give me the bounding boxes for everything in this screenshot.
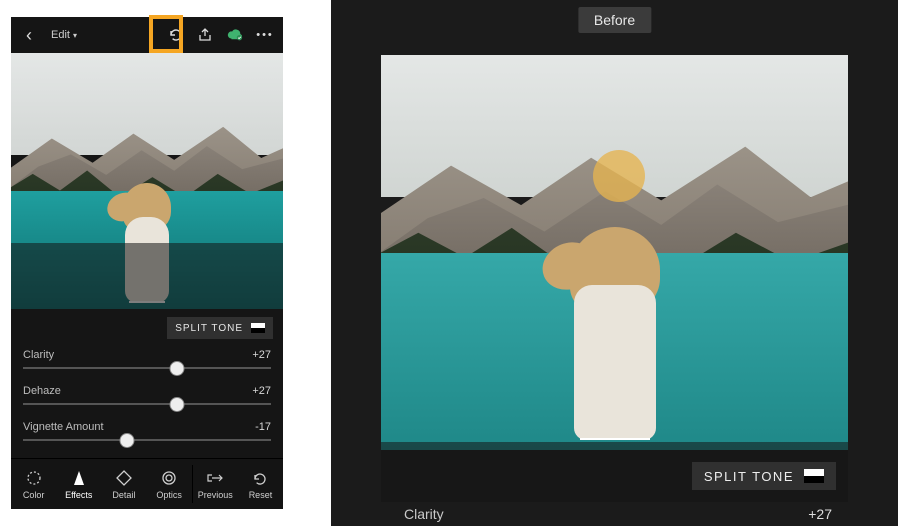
- phone-editor: ‹ Edit ▾ •••: [11, 17, 283, 509]
- clarity-slider[interactable]: Clarity +27: [23, 349, 271, 379]
- tool-previous[interactable]: Previous: [193, 459, 238, 509]
- top-bar: ‹ Edit ▾ •••: [11, 17, 283, 53]
- tool-detail[interactable]: Detail: [101, 459, 146, 509]
- undo-icon[interactable]: [167, 27, 183, 43]
- back-icon[interactable]: ‹: [21, 27, 37, 43]
- tool-color[interactable]: Color: [11, 459, 56, 509]
- tool-effects[interactable]: Effects: [56, 459, 101, 509]
- tool-reset[interactable]: Reset: [238, 459, 283, 509]
- before-panel: Before SPLIT TONE Clarity +27: [331, 0, 898, 526]
- split-tone-button-large[interactable]: SPLIT TONE: [692, 462, 836, 490]
- color-icon: [25, 469, 43, 487]
- detail-icon: [115, 469, 133, 487]
- cloud-sync-icon[interactable]: [227, 27, 243, 43]
- before-image[interactable]: [381, 55, 848, 450]
- touch-indicator-icon: [593, 150, 645, 202]
- tool-optics[interactable]: Optics: [147, 459, 192, 509]
- more-icon[interactable]: •••: [257, 27, 273, 43]
- image-overlay: [11, 243, 283, 309]
- split-tone-icon: [251, 323, 265, 333]
- mode-label[interactable]: Edit ▾: [51, 29, 77, 41]
- optics-icon: [160, 469, 178, 487]
- before-pill: Before: [578, 7, 651, 33]
- clarity-label: Clarity: [404, 506, 444, 522]
- share-icon[interactable]: [197, 27, 213, 43]
- vignette-slider[interactable]: Vignette Amount -17: [23, 421, 271, 451]
- tool-bar: Color Effects Detail Optics Previous R: [11, 458, 283, 509]
- split-tone-icon: [804, 469, 824, 483]
- clarity-value: +27: [808, 506, 832, 522]
- previous-icon: [206, 469, 224, 487]
- split-tone-button[interactable]: SPLIT TONE: [167, 317, 273, 339]
- reset-icon: [251, 469, 269, 487]
- effects-icon: [70, 469, 88, 487]
- dehaze-slider[interactable]: Dehaze +27: [23, 385, 271, 415]
